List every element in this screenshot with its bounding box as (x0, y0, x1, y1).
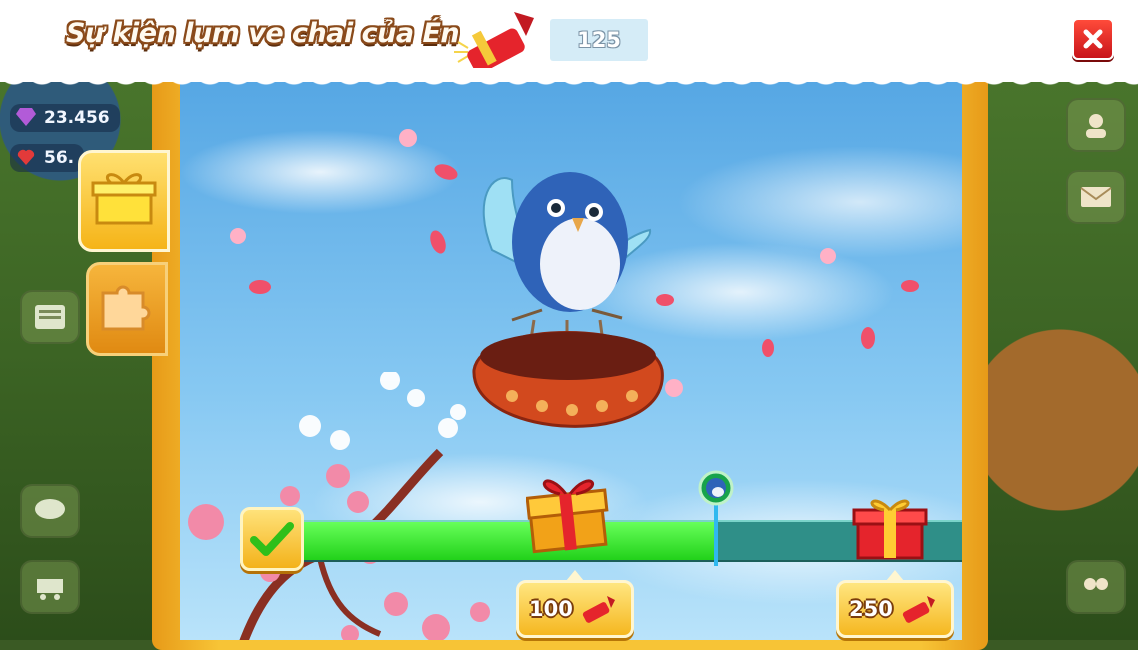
reward-gift-large[interactable] (526, 470, 610, 554)
puzzle-tab[interactable] (86, 262, 168, 356)
puzzle-icon (101, 285, 151, 331)
mail-button[interactable] (1066, 170, 1126, 224)
gem-icon (16, 108, 36, 126)
heart-icon (17, 149, 35, 165)
cloud-trim (0, 68, 1138, 94)
chat-icon (35, 499, 65, 519)
friends-button[interactable] (1066, 560, 1126, 614)
firework-icon (454, 12, 534, 68)
firework-icon (902, 596, 935, 623)
firework-icon (582, 596, 615, 623)
friends-icon (1084, 578, 1108, 590)
milestone-cost: 250 (849, 597, 893, 621)
milestone-cost: 100 (529, 597, 573, 621)
milestone-badge-250: 250 (836, 570, 954, 638)
gem-counter: 23.456 (10, 104, 120, 132)
completed-checkbox (240, 507, 304, 571)
profile-icon (1086, 114, 1106, 138)
shop-button[interactable] (20, 560, 80, 614)
checkmark-icon (250, 522, 294, 556)
firework-count: 125 (550, 19, 648, 61)
swallow-bird-with-basket (472, 172, 664, 428)
news-icon (35, 305, 65, 329)
heart-value: 56. (44, 148, 75, 168)
progress-fill (272, 522, 714, 560)
gift-tab[interactable] (78, 150, 170, 252)
bird-marker-icon (698, 470, 734, 566)
gem-value: 23.456 (44, 108, 110, 128)
close-button[interactable] (1072, 18, 1114, 60)
mail-icon (1080, 187, 1112, 207)
news-button[interactable] (20, 290, 80, 344)
reward-gift-small[interactable] (852, 492, 928, 562)
heart-counter: 56. (10, 144, 85, 172)
chat-button[interactable] (20, 484, 80, 538)
event-title: Sự kiện lụm ve chai của Én (66, 18, 460, 49)
cart-icon (37, 579, 63, 600)
close-icon (1083, 29, 1103, 49)
gift-icon (91, 173, 157, 225)
progress-marker (696, 470, 736, 566)
cherry-blossom-branch (188, 372, 490, 640)
milestone-badge-100: 100 (516, 570, 634, 638)
profile-button[interactable] (1066, 98, 1126, 152)
